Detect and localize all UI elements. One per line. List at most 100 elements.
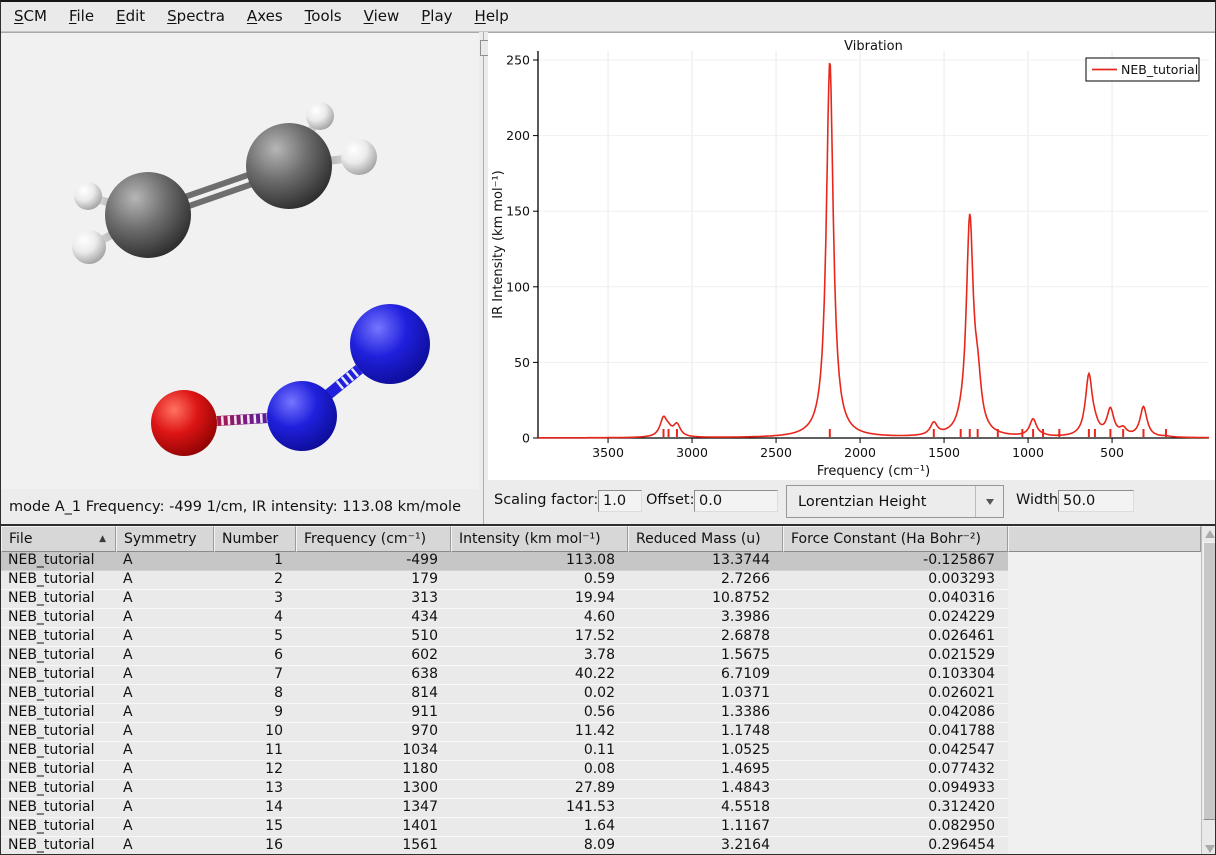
table-scrollbar[interactable] [1201,526,1216,855]
menu-play[interactable]: Play [410,4,463,30]
cell-frequency: 1300 [296,780,451,798]
splitter-line [483,32,484,524]
cell-file: NEB_tutorial [1,552,116,570]
column-header-label: File [9,531,32,547]
cell-number: 15 [214,818,296,836]
spectrum-chart[interactable]: 3500300025002000150010005000501001502002… [488,33,1216,480]
table-row-15[interactable]: NEB_tutorialA1514011.641.11670.082950 [1,818,1008,837]
column-header-symmetry[interactable]: Symmetry [116,526,214,552]
table-row-13[interactable]: NEB_tutorialA13130027.891.48430.094933 [1,780,1008,799]
scrollbar-down-button[interactable] [1202,841,1216,855]
atom-c-2[interactable] [105,172,191,258]
offset-value: 0.0 [699,493,722,509]
column-header-force_constant[interactable]: Force Constant (Ha Bohr⁻²) [783,526,1008,552]
cell-intensity: 0.56 [451,704,628,722]
cell-number: 3 [214,590,296,608]
spectrum-curve [538,63,1209,438]
cell-symmetry: A [116,647,214,665]
table-row-5[interactable]: NEB_tutorialA551017.522.68780.026461 [1,628,1008,647]
column-header-reduced_mass[interactable]: Reduced Mass (u) [628,526,783,552]
x-tick-label: 3500 [592,445,624,460]
panel-splitter[interactable] [479,32,488,524]
x-tick-label: 500 [1100,445,1124,460]
column-header-intensity[interactable]: Intensity (km mol⁻¹) [451,526,628,552]
cell-reduced_mass: 3.2164 [628,837,783,855]
cell-frequency: 1561 [296,837,451,855]
atom-c-5[interactable] [246,123,332,209]
dropdown-arrow-button[interactable] [975,486,1003,517]
atom-h-0[interactable] [74,182,102,210]
cell-number: 8 [214,685,296,703]
menubar: SCMFileEditSpectraAxesToolsViewPlayHelp [1,2,1215,32]
atom-h-1[interactable] [72,230,106,264]
menu-scm[interactable]: SCM [3,4,58,30]
atom-h-3[interactable] [306,102,334,130]
cell-force_constant: 0.103304 [783,666,1008,684]
table-row-7[interactable]: NEB_tutorialA763840.226.71090.103304 [1,666,1008,685]
cell-frequency: 313 [296,590,451,608]
cell-force_constant: 0.077432 [783,761,1008,779]
table-row-16[interactable]: NEB_tutorialA1615618.093.21640.296454 [1,837,1008,855]
cell-number: 6 [214,647,296,665]
cell-number: 16 [214,837,296,855]
cell-number: 2 [214,571,296,589]
cell-symmetry: A [116,609,214,627]
lineshape-dropdown[interactable]: Lorentzian Height [786,485,1004,518]
cell-intensity: 0.59 [451,571,628,589]
column-header-file[interactable]: File▲ [1,526,116,552]
scrollbar-up-button[interactable] [1202,526,1216,542]
column-header-frequency[interactable]: Frequency (cm⁻¹) [296,526,451,552]
atom-h-4[interactable] [341,139,377,175]
cell-number: 12 [214,761,296,779]
cell-symmetry: A [116,666,214,684]
table-row-9[interactable]: NEB_tutorialA99110.561.33860.042086 [1,704,1008,723]
cell-force_constant: 0.312420 [783,799,1008,817]
menu-spectra[interactable]: Spectra [156,4,236,30]
y-tick-label: 200 [506,128,530,143]
cell-symmetry: A [116,685,214,703]
atom-n-6[interactable] [350,304,430,384]
cell-intensity: 27.89 [451,780,628,798]
menu-tools[interactable]: Tools [294,4,353,30]
offset-input[interactable]: 0.0 [694,490,778,512]
table-row-11[interactable]: NEB_tutorialA1110340.111.05250.042547 [1,742,1008,761]
width-input[interactable]: 50.0 [1058,490,1134,512]
menu-axes[interactable]: Axes [236,4,294,30]
modes-table: File▲SymmetryNumberFrequency (cm⁻¹)Inten… [1,524,1216,855]
table-row-4[interactable]: NEB_tutorialA44344.603.39860.024229 [1,609,1008,628]
scaling-factor-input[interactable]: 1.0 [598,490,642,512]
menu-view[interactable]: View [353,4,411,30]
atom-o-8[interactable] [151,390,217,456]
cell-symmetry: A [116,818,214,836]
menu-file[interactable]: File [58,4,105,30]
table-row-10[interactable]: NEB_tutorialA1097011.421.17480.041788 [1,723,1008,742]
cell-file: NEB_tutorial [1,685,116,703]
y-tick-label: 100 [506,279,530,294]
cell-number: 14 [214,799,296,817]
y-tick-label: 0 [522,431,530,446]
table-row-8[interactable]: NEB_tutorialA88140.021.03710.026021 [1,685,1008,704]
menu-edit[interactable]: Edit [105,4,156,30]
table-row-6[interactable]: NEB_tutorialA66023.781.56750.021529 [1,647,1008,666]
cell-file: NEB_tutorial [1,704,116,722]
table-row-14[interactable]: NEB_tutorialA141347141.534.55180.312420 [1,799,1008,818]
table-row-2[interactable]: NEB_tutorialA21790.592.72660.003293 [1,571,1008,590]
table-header-row: File▲SymmetryNumberFrequency (cm⁻¹)Inten… [1,526,1201,552]
table-row-1[interactable]: NEB_tutorialA1-499113.0813.3744-0.125867 [1,552,1008,571]
cell-reduced_mass: 2.6878 [628,628,783,646]
table-row-3[interactable]: NEB_tutorialA331319.9410.87520.040316 [1,590,1008,609]
atom-n-7[interactable] [267,381,337,451]
chevron-down-icon [986,499,994,505]
cell-reduced_mass: 1.0525 [628,742,783,760]
menu-help[interactable]: Help [464,4,520,30]
scaling-factor-label: Scaling factor: [494,492,598,508]
column-header-number[interactable]: Number [214,526,296,552]
scrollbar-thumb[interactable] [1203,542,1216,820]
molecule-3d-view[interactable] [1,33,479,489]
cell-file: NEB_tutorial [1,761,116,779]
molecule-viewer-panel[interactable] [1,32,479,489]
cell-force_constant: 0.026021 [783,685,1008,703]
y-tick-label: 50 [514,355,530,370]
table-row-12[interactable]: NEB_tutorialA1211800.081.46950.077432 [1,761,1008,780]
cell-symmetry: A [116,571,214,589]
